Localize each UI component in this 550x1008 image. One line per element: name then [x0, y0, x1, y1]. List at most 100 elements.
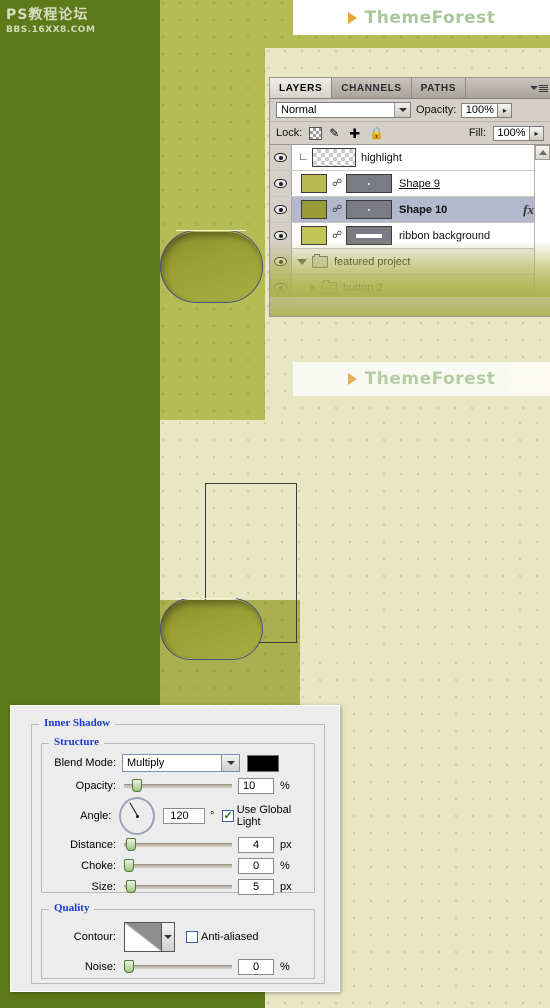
- lock-image-icon[interactable]: ✎: [329, 126, 342, 140]
- table-row[interactable]: ☍ Shape 10 fx: [270, 197, 550, 223]
- opacity-label: Opacity:: [75, 780, 116, 792]
- artwork-path-highlight-upper: [176, 230, 246, 231]
- layer-visibility-toggle[interactable]: [270, 223, 292, 248]
- vector-mask-thumbnail[interactable]: [346, 200, 392, 219]
- layer-thumbnail[interactable]: [301, 200, 327, 219]
- lock-transparency-icon[interactable]: [309, 126, 323, 140]
- eye-icon: [274, 205, 287, 214]
- lock-all-icon[interactable]: 🔒: [369, 126, 384, 140]
- size-slider-thumb[interactable]: [126, 880, 136, 893]
- layer-name[interactable]: button 2: [343, 282, 383, 294]
- table-row[interactable]: ☍ Shape 9: [270, 171, 550, 197]
- table-row[interactable]: featured project: [270, 249, 550, 275]
- tab-layers[interactable]: LAYERS: [270, 78, 333, 98]
- distance-slider[interactable]: [124, 838, 232, 851]
- angle-unit: °: [209, 810, 215, 822]
- contour-row[interactable]: Contour: Anti-aliased: [41, 922, 313, 952]
- angle-dial[interactable]: [119, 797, 156, 835]
- chevron-down-icon[interactable]: [394, 103, 410, 117]
- scroll-up-icon[interactable]: [535, 145, 550, 160]
- artwork-pill-shape-upper[interactable]: [160, 232, 262, 302]
- layer-list-scrollbar[interactable]: [534, 145, 550, 297]
- opacity-slider-thumb[interactable]: [132, 779, 142, 792]
- table-row[interactable]: ∟ highlight: [270, 145, 550, 171]
- opacity-slider[interactable]: [124, 779, 232, 792]
- choke-label: Choke:: [81, 860, 116, 872]
- opacity-row[interactable]: Opacity: 10 %: [41, 778, 313, 794]
- angle-field[interactable]: 120: [163, 808, 205, 824]
- layer-visibility-toggle[interactable]: [270, 197, 292, 222]
- contour-preview[interactable]: [124, 922, 162, 952]
- layer-name[interactable]: Shape 9: [399, 178, 440, 190]
- distance-field[interactable]: 4: [238, 837, 274, 853]
- eye-icon: [274, 153, 287, 162]
- layer-list[interactable]: ∟ highlight ☍ Shape 9 ☍ Shape 10 fx ☍ ri…: [270, 145, 550, 297]
- layers-panel[interactable]: LAYERS CHANNELS PATHS Normal Opacity: 10…: [270, 78, 550, 316]
- size-field[interactable]: 5: [238, 879, 274, 895]
- themeforest-label: ThemeForest: [364, 369, 496, 389]
- artwork-pill-shape-lower[interactable]: [160, 600, 262, 658]
- group-expand-toggle-icon[interactable]: [297, 258, 307, 265]
- size-row[interactable]: Size: 5 px: [41, 879, 313, 895]
- vector-mask-thumbnail[interactable]: [346, 226, 392, 245]
- noise-slider[interactable]: [124, 960, 232, 973]
- opacity-stepper[interactable]: ▸: [498, 102, 513, 118]
- layer-thumbnail[interactable]: [301, 226, 327, 245]
- contour-dropdown-icon[interactable]: [162, 922, 175, 952]
- eye-icon: [274, 283, 287, 292]
- choke-slider-thumb[interactable]: [124, 859, 134, 872]
- distance-slider-thumb[interactable]: [126, 838, 136, 851]
- layer-name[interactable]: ribbon background: [399, 230, 490, 242]
- blend-mode-row[interactable]: Normal Opacity: 100% ▸: [270, 99, 550, 122]
- table-row[interactable]: ☍ ribbon background: [270, 223, 550, 249]
- artwork-dark-green-mid: [0, 347, 160, 707]
- chevron-down-icon[interactable]: [221, 755, 239, 771]
- tab-channels[interactable]: CHANNELS: [332, 78, 412, 98]
- opacity-value[interactable]: 100%: [461, 102, 499, 118]
- fill-value[interactable]: 100%: [493, 125, 530, 141]
- opacity-field[interactable]: 10: [238, 778, 274, 794]
- choke-row[interactable]: Choke: 0 %: [41, 858, 313, 874]
- link-icon[interactable]: ☍: [332, 177, 342, 190]
- layer-name[interactable]: featured project: [334, 256, 410, 268]
- distance-row[interactable]: Distance: 4 px: [41, 837, 313, 853]
- table-row[interactable]: button 2: [270, 275, 550, 297]
- group-expand-toggle-icon[interactable]: [310, 282, 316, 293]
- link-icon[interactable]: ☍: [332, 203, 342, 216]
- panel-tabstrip[interactable]: LAYERS CHANNELS PATHS: [270, 78, 550, 99]
- contour-label: Contour:: [73, 931, 116, 943]
- layer-visibility-toggle[interactable]: [270, 145, 292, 170]
- layer-visibility-toggle[interactable]: [270, 171, 292, 196]
- choke-field[interactable]: 0: [238, 858, 274, 874]
- layer-name[interactable]: Shape 10: [399, 204, 447, 216]
- lock-label: Lock:: [276, 127, 303, 139]
- shadow-color-swatch[interactable]: [247, 754, 279, 772]
- angle-row[interactable]: Angle: 120 ° ✓ Use Global Light: [41, 797, 313, 835]
- panel-menu-icon[interactable]: [528, 78, 550, 98]
- inner-shadow-dialog[interactable]: Inner Shadow Structure Blend Mode: Multi…: [10, 705, 340, 992]
- lock-position-icon[interactable]: ✚: [349, 127, 362, 140]
- fill-stepper[interactable]: ▸: [530, 125, 544, 141]
- blend-mode-select[interactable]: Multiply: [122, 754, 240, 772]
- vector-mask-thumbnail[interactable]: [346, 174, 392, 193]
- blend-mode-row[interactable]: Blend Mode: Multiply: [41, 754, 313, 772]
- layer-thumbnail[interactable]: [301, 174, 327, 193]
- noise-row[interactable]: Noise: 0 %: [41, 959, 313, 975]
- watermark-line-1: PS教程论坛: [6, 7, 89, 23]
- anti-aliased-checkbox[interactable]: [186, 931, 198, 943]
- layer-thumbnail[interactable]: [312, 148, 356, 167]
- size-slider[interactable]: [124, 880, 232, 893]
- noise-slider-thumb[interactable]: [124, 960, 134, 973]
- layer-visibility-toggle[interactable]: [270, 249, 292, 274]
- noise-field[interactable]: 0: [238, 959, 274, 975]
- layer-visibility-toggle[interactable]: [270, 275, 292, 297]
- link-icon[interactable]: ☍: [332, 229, 342, 242]
- blend-mode-select[interactable]: Normal: [276, 102, 411, 118]
- choke-slider[interactable]: [124, 859, 232, 872]
- layer-name[interactable]: highlight: [361, 152, 402, 164]
- lock-row[interactable]: Lock: ✎ ✚ 🔒 Fill: 100% ▸: [270, 122, 550, 145]
- themeforest-bar-bottom: ThemeForest: [293, 362, 550, 396]
- blend-mode-label: Blend Mode:: [54, 757, 116, 769]
- use-global-light-checkbox[interactable]: ✓: [222, 810, 234, 822]
- tab-paths[interactable]: PATHS: [412, 78, 467, 98]
